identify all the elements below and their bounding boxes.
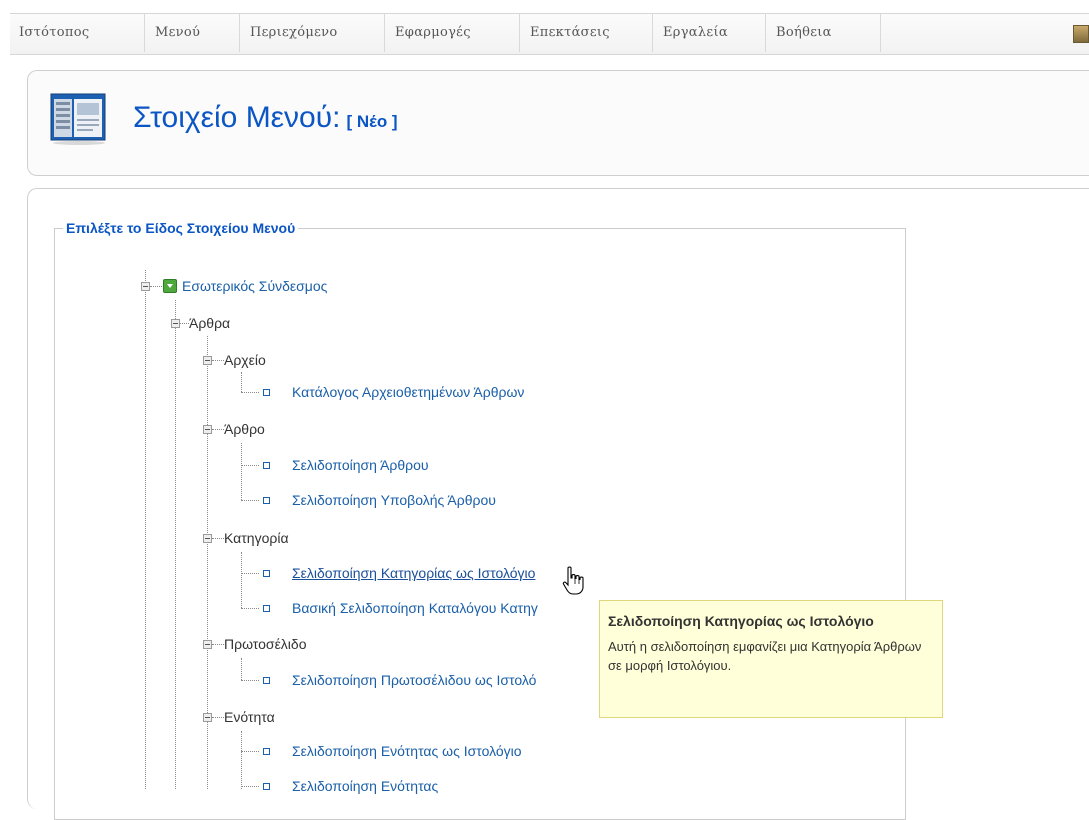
tree-line [241,500,259,501]
leaf-bullet-icon [263,748,270,755]
tree-leaf-frontpage-blog[interactable]: Σελιδοποίηση Πρωτοσέλιδου ως Ιστολό [292,670,536,690]
collapse-icon[interactable] [203,425,212,434]
tree-node-archive[interactable]: Αρχείο [224,350,266,370]
menu-extensions[interactable]: Επεκτάσεις [520,14,653,52]
tooltip-text: Αυτή η σελιδοποίηση εμφανίζει μια Κατηγο… [608,639,922,673]
tree-line [212,717,224,718]
tree-line [241,608,259,609]
page-subtitle: [ Νέο ] [346,112,398,131]
leaf-bullet-icon [263,462,270,469]
tree-node-frontpage[interactable]: Πρωτοσέλιδο [224,634,307,654]
tree-line [150,286,162,287]
tree-node-category[interactable]: Κατηγορία [224,528,289,548]
tree-line-root [145,270,146,789]
leaf-bullet-icon [263,605,270,612]
tree-line [241,658,242,680]
tree-node-section[interactable]: Ενότητα [224,707,275,727]
tree-line [241,465,259,466]
tree-line [241,751,259,752]
top-menu-bar: Ιστότοπος Μενού Περιεχόμενο Εφαρμογές Επ… [10,13,1089,55]
hand-cursor-icon [562,566,584,595]
menu-menus[interactable]: Μενού [145,14,240,52]
page-title: Στοιχείο Μενού: [ Νέο ] [133,94,398,142]
tree-leaf-article-layout[interactable]: Σελιδοποίηση Άρθρου [292,455,429,475]
collapse-icon[interactable] [203,356,212,365]
menu-type-fieldset: Επιλέξτε το Είδος Στοιχείου Μενού [54,220,906,820]
tree-line [212,429,224,430]
leaf-bullet-icon [263,389,270,396]
tree-line [212,644,224,645]
tree-line [212,360,224,361]
page-title-text: Στοιχείο Μενού: [133,101,341,134]
tree-line [241,680,259,681]
collapse-icon[interactable] [171,319,180,328]
expand-icon[interactable] [163,279,177,293]
menu-content[interactable]: Περιεχόμενο [240,14,385,52]
tooltip-title: Σελιδοποίηση Κατηγορίας ως Ιστολόγιο [608,613,874,629]
collapse-icon[interactable] [141,282,150,291]
tree-leaf-article-submission[interactable]: Σελιδοποίηση Υποβολής Άρθρου [292,490,496,510]
tree-node-internal-link[interactable]: Εσωτερικός Σύνδεσμος [182,276,327,296]
collapse-icon[interactable] [203,640,212,649]
menu-help[interactable]: Βοήθεια [766,14,881,52]
tree-line-articles [175,300,176,789]
tree-line [241,786,259,787]
menu-site[interactable]: Ιστότοπος [10,14,145,52]
collapse-icon[interactable] [203,534,212,543]
tree-leaf-section-blog[interactable]: Σελιδοποίηση Ενότητας ως Ιστολόγιο [292,741,522,761]
menu-tools[interactable]: Εργαλεία [653,14,766,52]
tree-line [241,731,242,789]
tree-line [241,443,242,500]
tree-line [241,372,242,392]
collapse-icon[interactable] [203,713,212,722]
fieldset-legend: Επιλέξτε το Είδος Στοιχείου Μενού [66,220,296,236]
tree-line [241,552,242,608]
tree-line [212,538,224,539]
tree-leaf-archived-list[interactable]: Κατάλογος Αρχειοθετημένων Άρθρων [292,382,524,402]
preview-icon[interactable] [1073,25,1089,43]
leaf-bullet-icon [263,677,270,684]
leaf-bullet-icon [263,570,270,577]
tree-line [179,323,189,324]
tree-node-articles[interactable]: Άρθρα [189,313,230,333]
tree-leaf-category-blog[interactable]: Σελιδοποίηση Κατηγορίας ως Ιστολόγιο [292,563,535,583]
tree-leaf-category-list[interactable]: Βασική Σελιδοποίηση Καταλόγου Κατηγ [292,598,538,618]
tree-leaf-section-layout[interactable]: Σελιδοποίηση Ενότητας [292,776,438,796]
menu-components[interactable]: Εφαρμογές [385,14,520,52]
leaf-bullet-icon [263,497,270,504]
tree-node-article[interactable]: Άρθρο [224,419,265,439]
tree-line [241,392,259,393]
tree-line [241,573,259,574]
tooltip: Σελιδοποίηση Κατηγορίας ως Ιστολόγιο Αυτ… [599,600,943,718]
menu-manager-icon [50,93,106,145]
